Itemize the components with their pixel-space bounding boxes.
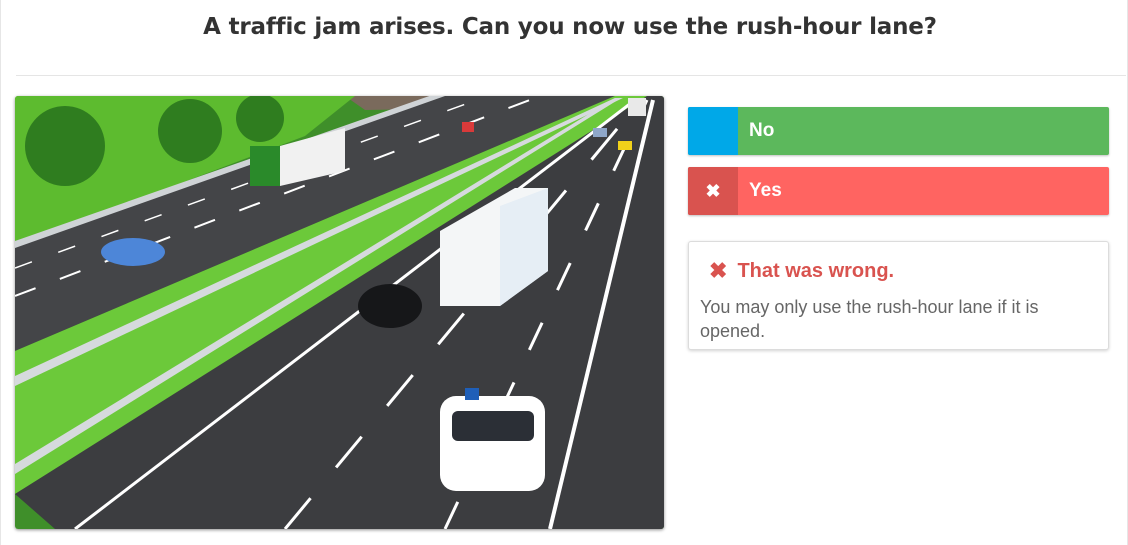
answer-yes-button[interactable]: ✖ Yes xyxy=(688,167,1109,215)
question-title: A traffic jam arises. Can you now use th… xyxy=(203,14,937,40)
distant-truck xyxy=(628,98,646,116)
question-image xyxy=(15,96,664,529)
red-car xyxy=(462,122,474,132)
answer-no-button[interactable]: No xyxy=(688,107,1109,155)
learner-sign xyxy=(465,388,479,400)
tree xyxy=(158,99,222,163)
answer-label: No xyxy=(749,120,775,141)
feedback-text: You may only use the rush-hour lane if i… xyxy=(700,297,1039,341)
answer-label: Yes xyxy=(749,180,782,201)
green-truck-cab xyxy=(250,146,280,186)
black-car xyxy=(358,284,422,328)
feedback-panel: ✖ That was wrong. You may only use the r… xyxy=(688,241,1109,350)
close-icon: ✖ xyxy=(709,258,728,283)
title-divider xyxy=(16,75,1126,76)
feedback-title-row: ✖ That was wrong. xyxy=(709,258,894,284)
car-rear-window xyxy=(452,411,534,441)
tree xyxy=(25,106,105,186)
yellow-car xyxy=(618,141,632,150)
feedback-title: That was wrong. xyxy=(737,259,895,282)
answer-marker xyxy=(688,107,738,155)
blue-car xyxy=(101,238,165,266)
driving-school-car xyxy=(440,396,545,491)
page-left-border xyxy=(0,0,1,545)
tree xyxy=(236,96,284,142)
close-icon: ✖ xyxy=(688,167,738,215)
distant-car xyxy=(593,128,607,137)
